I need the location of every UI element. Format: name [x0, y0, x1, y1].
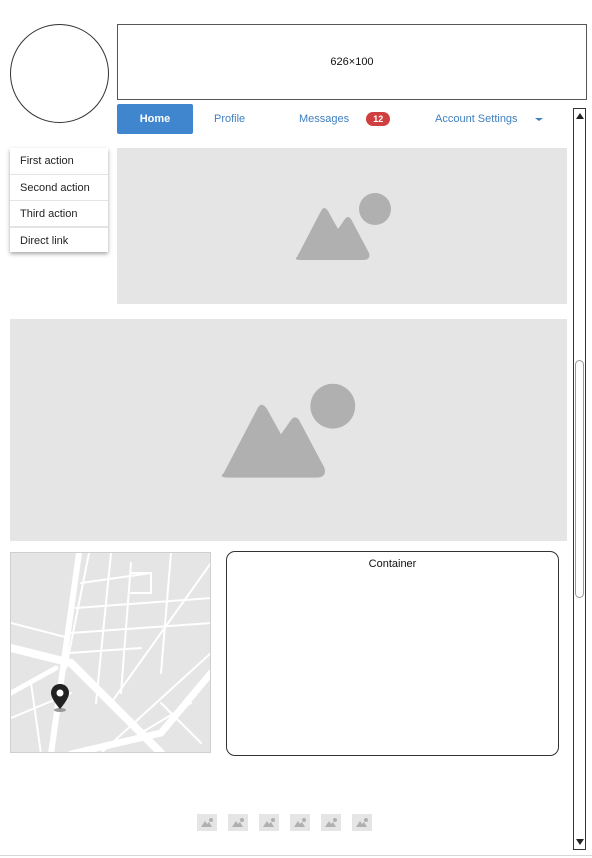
menu-item-first-action[interactable]: First action: [10, 148, 108, 174]
map-pin-icon[interactable]: [50, 683, 70, 713]
vertical-scrollbar[interactable]: [573, 108, 586, 850]
image-placeholder-icon: [221, 383, 356, 478]
thumbnail-image-icon[interactable]: [259, 814, 279, 831]
chevron-down-icon[interactable]: [535, 118, 543, 121]
thumbnail-image-icon[interactable]: [197, 814, 217, 831]
map-streets: [11, 553, 210, 752]
messages-count-badge: 12: [366, 112, 391, 127]
tab-profile[interactable]: Profile: [214, 104, 245, 134]
banner-size-label: 626×100: [330, 56, 374, 68]
thumbnail-image-icon[interactable]: [352, 814, 372, 831]
menu-item-label: Third action: [20, 208, 78, 220]
menu-item-direct-link[interactable]: Direct link: [10, 226, 108, 252]
scroll-down-arrow-icon[interactable]: [574, 836, 585, 848]
menu-item-label: Second action: [20, 182, 90, 194]
thumbnail-image-icon[interactable]: [228, 814, 248, 831]
menu-item-second-action[interactable]: Second action: [10, 174, 108, 200]
scroll-thumb[interactable]: [575, 360, 584, 598]
image-placeholder: [117, 148, 567, 304]
scroll-up-arrow-icon[interactable]: [574, 110, 585, 122]
banner-placeholder: 626×100: [117, 24, 587, 100]
image-placeholder-icon: [295, 193, 391, 260]
container-title: Container: [368, 558, 417, 570]
map[interactable]: [10, 552, 211, 753]
tab-home-label: Home: [139, 113, 171, 125]
tab-messages[interactable]: Messages 12: [299, 104, 391, 134]
thumbnail-image-icon[interactable]: [290, 814, 310, 831]
tab-account-settings-label: Account Settings: [435, 113, 518, 125]
main-nav: Home Profile Messages 12 Account Setting…: [117, 104, 557, 134]
container-panel: Container: [226, 551, 559, 756]
menu-item-label: First action: [20, 155, 74, 167]
tab-account-settings[interactable]: Account Settings: [435, 104, 518, 134]
tab-messages-label: Messages: [299, 113, 350, 125]
menu-item-third-action[interactable]: Third action: [10, 200, 108, 226]
dropdown-menu: First action Second action Third action …: [10, 148, 108, 252]
tab-profile-label: Profile: [214, 113, 246, 125]
tab-home[interactable]: Home: [117, 104, 193, 134]
avatar: [10, 24, 109, 123]
image-placeholder-large: [10, 319, 567, 541]
thumbnail-image-icon[interactable]: [321, 814, 341, 831]
bottom-divider: [0, 855, 592, 856]
menu-item-label: Direct link: [20, 235, 69, 247]
